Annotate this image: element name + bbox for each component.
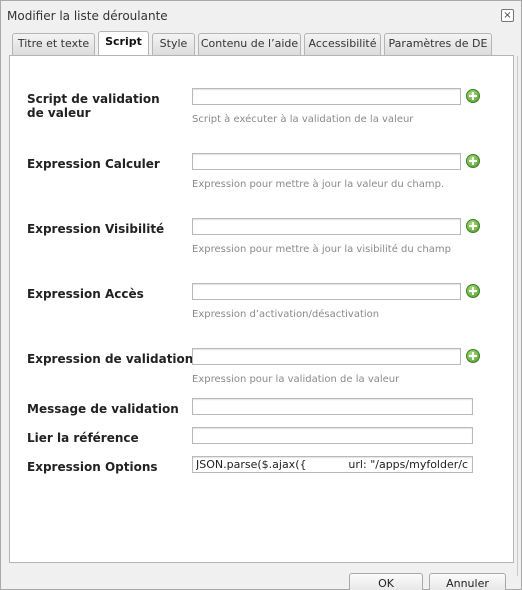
value-validation-script-input[interactable] [192, 88, 461, 105]
dialog-title: Modifier la liste déroulante [7, 9, 168, 23]
access-expression-hint: Expression d’activation/désactivation [192, 309, 380, 320]
cancel-button[interactable]: Annuler [429, 573, 506, 590]
options-expression-label: Expression Options [27, 460, 158, 474]
access-expression-label: Expression Accès [27, 287, 144, 301]
value-validation-script-hint: Script à exécuter à la validation de la … [192, 114, 414, 125]
validation-message-label: Message de validation [27, 402, 179, 416]
validation-expression-input[interactable] [192, 348, 461, 365]
tab-style[interactable]: Style [152, 33, 195, 55]
ok-button[interactable]: OK [349, 573, 423, 590]
dialog-titlebar[interactable]: Modifier la liste déroulante × [1, 1, 521, 29]
bind-reference-label: Lier la référence [27, 431, 139, 445]
access-expression-input[interactable] [192, 283, 461, 300]
script-tab-panel: Script de validation de valeur Script à … [9, 55, 514, 563]
bind-reference-input[interactable] [192, 427, 473, 444]
value-validation-script-label: Script de validation de valeur [27, 92, 160, 120]
add-icon[interactable] [466, 219, 480, 233]
validation-expression-hint: Expression pour la validation de la vale… [192, 374, 400, 385]
scroll-edge [517, 56, 521, 576]
add-icon[interactable] [466, 349, 480, 363]
add-icon[interactable] [466, 154, 480, 168]
calculate-expression-hint: Expression pour mettre à jour la valeur … [192, 179, 445, 190]
options-expression-input[interactable]: JSON.parse($.ajax({ url: "/apps/myfolder… [192, 456, 473, 473]
visibility-expression-label: Expression Visibilité [27, 222, 165, 236]
tab-help-content[interactable]: Contenu de l’aide [198, 33, 301, 55]
calculate-expression-input[interactable] [192, 153, 461, 170]
visibility-expression-input[interactable] [192, 218, 461, 235]
tab-accessibility[interactable]: Accessibilité [304, 33, 381, 55]
tab-title-and-text[interactable]: Titre et texte [12, 33, 95, 55]
calculate-expression-label: Expression Calculer [27, 157, 160, 171]
add-icon[interactable] [466, 284, 480, 298]
tab-script[interactable]: Script [98, 31, 149, 55]
add-icon[interactable] [466, 89, 480, 103]
validation-expression-label: Expression de validation [27, 352, 194, 366]
tab-de-settings[interactable]: Paramètres de DE [384, 33, 492, 55]
validation-message-input[interactable] [192, 398, 473, 415]
edit-dropdown-dialog: Modifier la liste déroulante × Titre et … [0, 0, 522, 590]
close-icon[interactable]: × [501, 9, 514, 22]
visibility-expression-hint: Expression pour mettre à jour la visibil… [192, 244, 451, 255]
